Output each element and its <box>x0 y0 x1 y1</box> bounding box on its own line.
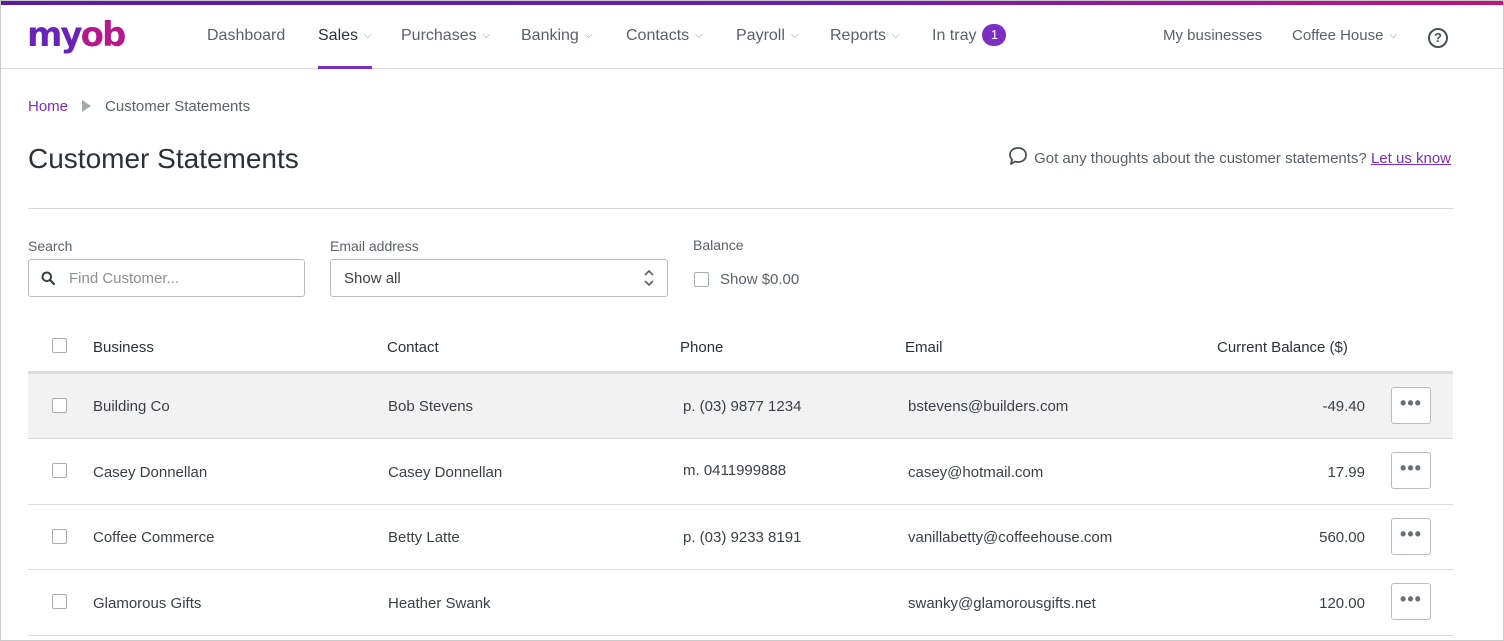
row-checkbox[interactable] <box>52 463 67 478</box>
chevron-down-icon: ⌵ <box>695 30 703 41</box>
feedback-link[interactable]: Let us know <box>1371 150 1451 167</box>
column-header-contact[interactable]: Contact <box>387 339 439 356</box>
row-more-actions-button[interactable]: ••• <box>1391 518 1431 555</box>
cell-business: Coffee Commerce <box>93 529 215 546</box>
title-divider <box>28 208 1453 209</box>
chevron-down-icon: ⌵ <box>1389 30 1398 41</box>
show-zero-balance-label: Show $0.00 <box>720 271 800 288</box>
chevron-down-icon: ⌵ <box>364 30 372 41</box>
cell-contact: Heather Swank <box>388 595 491 612</box>
search-icon <box>41 271 55 285</box>
business-name: Coffee House <box>1292 27 1384 44</box>
table-row[interactable]: Coffee Commerce Betty Latte p. (03) 9233… <box>28 505 1453 570</box>
cell-phone: p. (03) 9877 1234 <box>683 398 802 415</box>
cell-balance: 17.99 <box>1327 464 1365 481</box>
chevron-down-icon: ⌵ <box>584 30 593 41</box>
column-header-phone[interactable]: Phone <box>680 339 723 356</box>
search-label: Search <box>28 238 73 254</box>
nav-sales[interactable]: Sales ⌵ <box>318 5 372 69</box>
nav-label: Contacts <box>626 27 690 44</box>
top-navbar: myob Dashboard Sales ⌵ Purchases ⌵ Banking… <box>1 5 1503 69</box>
cell-contact: Bob Stevens <box>388 398 474 415</box>
table-row[interactable]: Casey Donnellan Casey Donnellan m. 04119… <box>28 440 1453 505</box>
cell-balance: -49.40 <box>1322 398 1365 415</box>
nav-label: Sales <box>318 27 359 44</box>
logo-text-accent: ob <box>80 15 127 55</box>
row-checkbox[interactable] <box>52 529 67 544</box>
nav-label: Banking <box>521 27 579 44</box>
cell-email: vanillabetty@coffeehouse.com <box>908 529 1113 546</box>
speech-bubble-icon <box>1009 147 1027 165</box>
chevron-down-icon: ⌵ <box>482 30 491 41</box>
row-checkbox[interactable] <box>52 398 67 413</box>
email-filter-label: Email address <box>330 238 419 254</box>
nav-in-tray[interactable]: In tray 1 <box>932 5 1007 69</box>
column-header-email[interactable]: Email <box>905 339 943 356</box>
cell-balance: 560.00 <box>1319 529 1365 546</box>
row-more-actions-button[interactable]: ••• <box>1391 387 1431 424</box>
nav-label: In tray <box>932 27 977 44</box>
show-zero-balance-checkbox[interactable] <box>694 272 709 287</box>
feedback-prompt: Got any thoughts about the customer stat… <box>1008 146 1451 167</box>
help-icon[interactable]: ? <box>1428 28 1448 48</box>
cell-phone: m. 0411999888 <box>683 462 787 479</box>
chevron-down-icon: ⌵ <box>790 30 799 41</box>
nav-label: Purchases <box>401 27 477 44</box>
column-header-current-balance[interactable]: Current Balance ($) <box>1217 339 1348 356</box>
nav-label: Dashboard <box>207 27 286 44</box>
my-businesses-label: My businesses <box>1163 27 1263 44</box>
cell-email: swanky@glamorousgifts.net <box>908 595 1096 612</box>
table-row[interactable]: Glamorous Gifts Heather Swank swanky@gla… <box>28 571 1453 636</box>
nav-banking[interactable]: Banking ⌵ <box>521 5 592 69</box>
cell-email: bstevens@builders.com <box>908 398 1069 415</box>
nav-label: Reports <box>830 27 887 44</box>
logo-text-main: my <box>27 15 83 55</box>
cell-business: Glamorous Gifts <box>93 595 202 612</box>
cell-contact: Betty Latte <box>388 529 460 546</box>
myob-logo[interactable]: myob <box>27 15 127 55</box>
nav-reports[interactable]: Reports ⌵ <box>830 5 900 69</box>
up-down-chevron-icon <box>644 269 654 287</box>
cell-email: casey@hotmail.com <box>908 464 1044 481</box>
row-checkbox[interactable] <box>52 594 67 609</box>
my-businesses-link[interactable]: My businesses <box>1163 5 1262 69</box>
search-field[interactable] <box>28 259 305 297</box>
nav-dashboard[interactable]: Dashboard <box>207 5 285 69</box>
nav-purchases[interactable]: Purchases ⌵ <box>401 5 490 69</box>
cell-contact: Casey Donnellan <box>388 464 503 481</box>
breadcrumb-home-link[interactable]: Home <box>28 98 68 115</box>
email-filter-value: Show all <box>344 270 401 287</box>
nav-contacts[interactable]: Contacts ⌵ <box>626 5 703 69</box>
app-window: myob Dashboard Sales ⌵ Purchases ⌵ Banking… <box>0 0 1504 641</box>
cell-business: Casey Donnellan <box>93 464 208 481</box>
cell-business: Building Co <box>93 398 170 415</box>
cell-balance: 120.00 <box>1319 595 1365 612</box>
in-tray-count-badge: 1 <box>982 24 1007 46</box>
row-more-actions-button[interactable]: ••• <box>1391 452 1431 489</box>
feedback-text: Got any thoughts about the customer stat… <box>1034 150 1367 167</box>
breadcrumb-current: Customer Statements <box>105 98 251 115</box>
cell-phone: p. (03) 9233 8191 <box>683 529 802 546</box>
page-title: Customer Statements <box>28 143 299 174</box>
business-switcher[interactable]: Coffee House ⌵ <box>1292 5 1397 69</box>
search-input[interactable] <box>69 260 299 296</box>
balance-filter-label: Balance <box>693 237 744 253</box>
select-all-checkbox[interactable] <box>52 338 67 353</box>
table-row[interactable]: Building Co Bob Stevens p. (03) 9877 123… <box>28 374 1453 439</box>
row-more-actions-button[interactable]: ••• <box>1391 583 1431 620</box>
nav-payroll[interactable]: Payroll ⌵ <box>736 5 799 69</box>
breadcrumb-arrow-icon <box>82 100 92 112</box>
nav-label: Payroll <box>736 27 785 44</box>
email-filter-select[interactable]: Show all <box>330 259 668 297</box>
column-header-business[interactable]: Business <box>93 339 154 356</box>
chevron-down-icon: ⌵ <box>892 30 900 41</box>
breadcrumb: Home Customer Statements <box>28 98 250 115</box>
